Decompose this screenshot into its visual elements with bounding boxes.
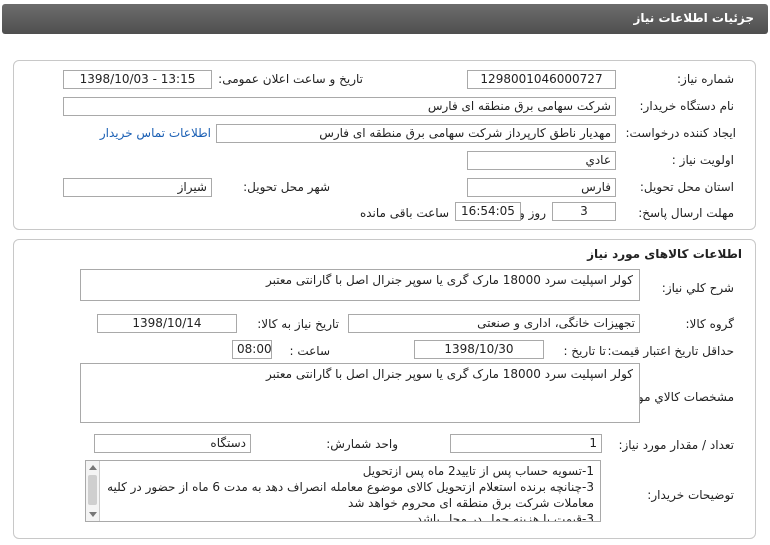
notes-line: 1-تسویه حساب پس از تایید2 ماه پس ازتحویل — [362, 464, 594, 478]
delivery-city-label: شهر محل تحویل: — [243, 180, 330, 194]
page-title: جزئیات اطلاعات نیاز — [633, 11, 754, 25]
unit-field[interactable]: دستگاه — [94, 434, 251, 453]
buyer-contact-link[interactable]: اطلاعات تماس خریدار — [100, 126, 211, 140]
notes-line: معاملات شرکت برق منطقه ای محروم خواهد شد — [348, 496, 594, 510]
general-description-label: شرح کلي نیاز: — [661, 281, 734, 295]
announce-datetime-field[interactable]: 1398/10/03 - 13:15 — [63, 70, 212, 89]
scroll-thumb[interactable] — [88, 475, 97, 505]
buyer-name-field[interactable]: شرکت سهامی برق منطقه ای فارس — [63, 97, 616, 116]
need-number-field[interactable]: 1298001046000727 — [467, 70, 616, 89]
remaining-time-label: ساعت باقی مانده — [359, 206, 449, 220]
deadline-time-field[interactable]: 16:54:05 — [455, 202, 521, 221]
priority-label: اولویت نیاز : — [671, 153, 734, 167]
goods-specification-text: کولر اسپلیت سرد 18000 مارک گری یا سوپر ج… — [266, 367, 633, 381]
page-header: جزئیات اطلاعات نیاز — [2, 4, 768, 34]
goods-specification-field[interactable]: کولر اسپلیت سرد 18000 مارک گری یا سوپر ج… — [80, 363, 640, 423]
need-date-label: تاریخ نیاز به کالا: — [257, 317, 339, 331]
request-creator-label: ایجاد کننده درخواست: — [625, 126, 736, 140]
delivery-province-field[interactable]: فارس — [467, 178, 616, 197]
announce-datetime-label: تاریخ و ساعت اعلان عمومی: — [218, 72, 363, 86]
unit-label: واحد شمارش: — [326, 437, 398, 451]
buyer-notes-field[interactable]: 1-تسویه حساب پس از تایید2 ماه پس ازتحویل… — [85, 460, 601, 522]
quantity-label: تعداد / مقدار مورد نیاز: — [618, 438, 734, 452]
response-deadline-label: مهلت ارسال پاسخ: — [638, 206, 734, 220]
goods-group-field[interactable]: تجهیزات خانگی، اداری و صنعتی — [348, 314, 640, 333]
validity-time-label: ساعت : — [289, 344, 330, 358]
goods-section-title: اطلاعات کالاهای مورد نیاز — [587, 247, 742, 261]
general-description-text: کولر اسپلیت سرد 18000 مارک گری یا سوپر ج… — [266, 273, 633, 287]
request-creator-field[interactable]: مهدیار ناطق کارپرداز شرکت سهامی برق منطق… — [216, 124, 616, 143]
until-date-field[interactable]: 1398/10/30 — [414, 340, 544, 359]
scroll-down-icon[interactable] — [89, 512, 97, 517]
delivery-province-label: استان محل تحویل: — [639, 180, 734, 194]
notes-line: 3-قیمت با هزینه حمل در محل باشد. — [412, 512, 594, 522]
delivery-city-field[interactable]: شیراز — [63, 178, 212, 197]
buyer-notes-label: توضیحات خریدار: — [647, 488, 734, 502]
need-date-field[interactable]: 1398/10/14 — [97, 314, 237, 333]
scroll-up-icon[interactable] — [89, 465, 97, 470]
priority-field[interactable]: عادي — [467, 151, 616, 170]
deadline-days-field[interactable]: 3 — [552, 202, 616, 221]
need-number-label: شماره نیاز: — [677, 72, 734, 86]
price-validity-label: حداقل تاریخ اعتبار قیمت: — [607, 344, 734, 358]
goods-group-label: گروه کالا: — [685, 317, 735, 331]
quantity-field[interactable]: 1 — [450, 434, 602, 453]
validity-time-field[interactable]: 08:00 — [232, 340, 272, 359]
quantity-value: 1 — [589, 436, 597, 450]
days-label: روز و — [519, 206, 546, 220]
until-date-label: تا تاریخ : — [563, 344, 606, 358]
general-description-field[interactable]: کولر اسپلیت سرد 18000 مارک گری یا سوپر ج… — [80, 269, 640, 301]
notes-scrollbar[interactable] — [86, 461, 100, 521]
notes-line: 3-چنانچه برنده استعلام ازتحویل کالای موض… — [107, 480, 594, 494]
buyer-name-label: نام دستگاه خریدار: — [639, 99, 735, 113]
